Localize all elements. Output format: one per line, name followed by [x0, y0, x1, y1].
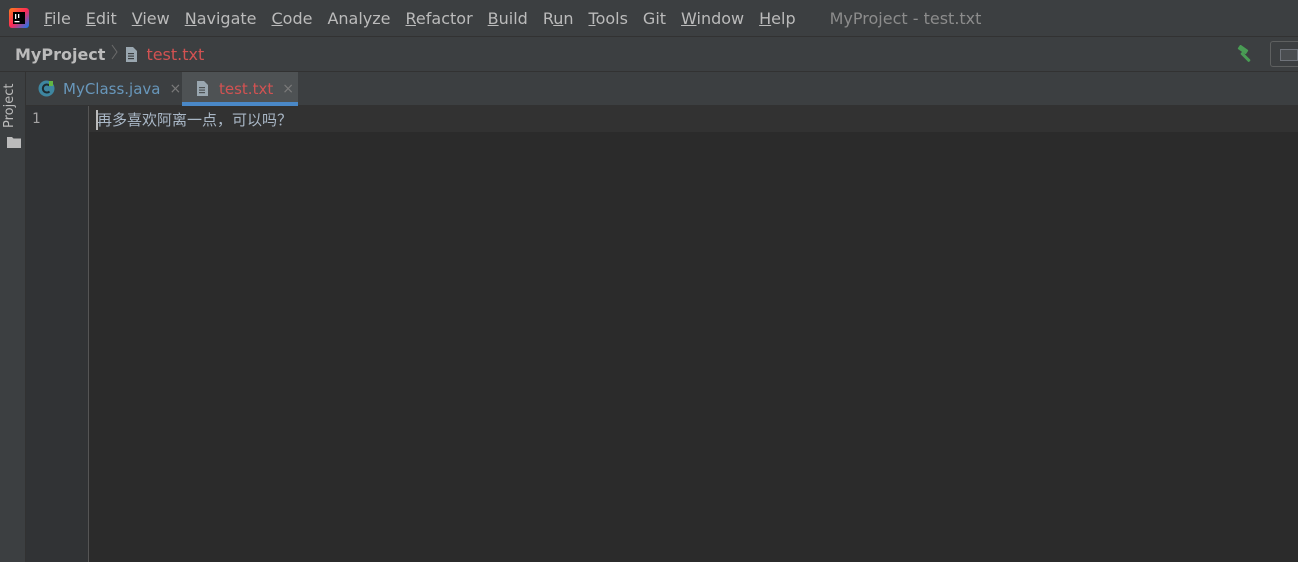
navigation-bar: MyProject test.txt [0, 37, 1298, 72]
editor-line[interactable]: 再多喜欢阿离一点，可以吗？ [97, 109, 292, 130]
breadcrumb-file[interactable]: test.txt [146, 45, 204, 64]
close-icon[interactable]: × [169, 81, 181, 97]
menu-edit[interactable]: Edit [78, 9, 124, 28]
tab-myclass-java[interactable]: MyClass.java × [26, 72, 181, 105]
line-number: 1 [32, 111, 41, 127]
close-icon[interactable]: × [282, 81, 294, 97]
menu-window[interactable]: Window [673, 9, 751, 28]
java-class-icon [38, 80, 55, 97]
editor-text-area[interactable]: 再多喜欢阿离一点，可以吗？ [89, 106, 1298, 562]
layout-icon[interactable] [1270, 41, 1298, 67]
menu-file[interactable]: File [36, 9, 78, 28]
menu-analyze[interactable]: Analyze [319, 9, 397, 28]
menu-build[interactable]: Build [480, 9, 535, 28]
tab-label: MyClass.java [63, 79, 161, 98]
menu-refactor[interactable]: Refactor [398, 9, 480, 28]
project-tool-window-button[interactable]: Project [2, 78, 24, 128]
editor-tab-bar: MyClass.java × test.txt × [26, 72, 1298, 106]
intellij-logo-icon [9, 8, 29, 28]
menu-help[interactable]: Help [751, 9, 802, 28]
tab-label: test.txt [219, 79, 274, 98]
menu-git[interactable]: Git [635, 9, 673, 28]
breadcrumb-separator-icon [111, 44, 119, 64]
layout-icon-glyph [1280, 49, 1298, 61]
menu-navigate[interactable]: Navigate [177, 9, 264, 28]
text-file-icon [125, 46, 138, 62]
breadcrumb-project[interactable]: MyProject [15, 45, 105, 64]
menu-bar: File Edit View Navigate Code Analyze Ref… [0, 0, 1298, 37]
text-file-icon [194, 80, 211, 97]
menu-tools[interactable]: Tools [581, 9, 635, 28]
window-title: MyProject - test.txt [829, 8, 982, 28]
folder-icon[interactable] [7, 133, 21, 148]
text-caret [96, 110, 98, 130]
menu-view[interactable]: View [124, 9, 177, 28]
tab-test-txt[interactable]: test.txt × [182, 72, 298, 106]
editor-gutter[interactable]: 1 [26, 106, 89, 562]
menu-code[interactable]: Code [264, 9, 320, 28]
menu-run[interactable]: Run [535, 9, 581, 28]
hammer-icon[interactable] [1236, 44, 1256, 63]
